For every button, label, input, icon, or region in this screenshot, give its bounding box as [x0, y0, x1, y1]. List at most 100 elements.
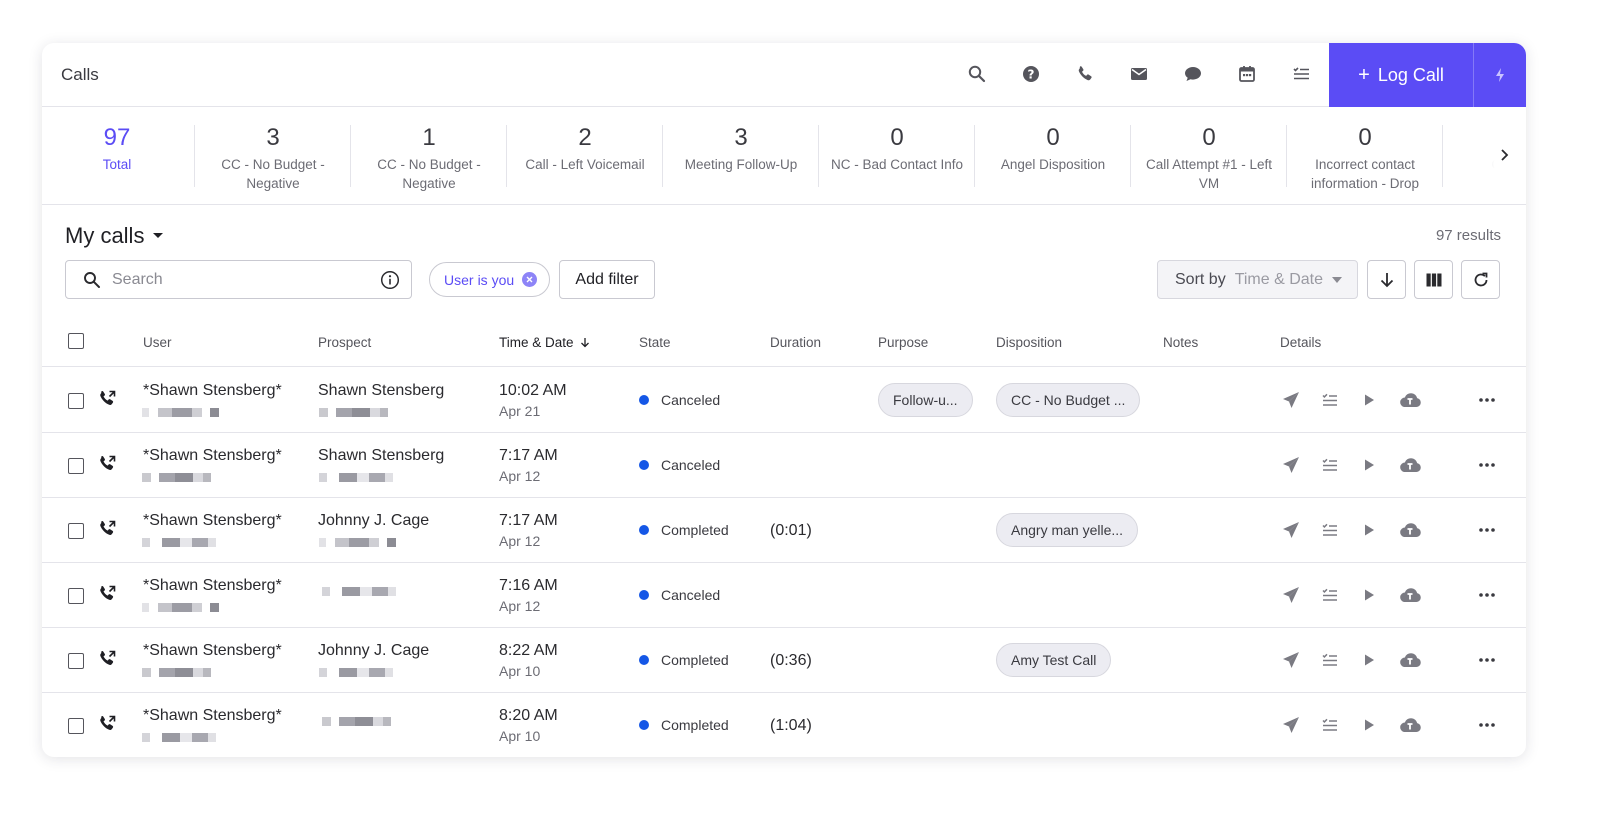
- disposition-pill[interactable]: Amy Test Call: [996, 643, 1112, 677]
- send-icon[interactable]: [1280, 650, 1302, 670]
- select-all-checkbox[interactable]: [68, 333, 84, 349]
- prospect-name[interactable]: Johnny J. Cage: [318, 512, 429, 530]
- table-row[interactable]: *Shawn Stensberg* Johnny J. Cage 8:22 AM Ap…: [42, 628, 1526, 693]
- column-prospect[interactable]: Prospect: [318, 335, 371, 350]
- search-icon[interactable]: [966, 63, 988, 85]
- tasks-icon[interactable]: [1319, 390, 1341, 410]
- user-name[interactable]: *Shawn Stensberg*: [143, 512, 282, 530]
- play-icon[interactable]: [1358, 520, 1380, 540]
- tasks-icon[interactable]: [1319, 455, 1341, 475]
- info-icon[interactable]: [380, 270, 400, 290]
- column-duration[interactable]: Duration: [770, 335, 821, 350]
- help-icon[interactable]: ?: [1020, 63, 1042, 85]
- table-row[interactable]: *Shawn Stensberg* Johnny J. Cage 7:17 AM Ap…: [42, 498, 1526, 563]
- send-icon[interactable]: [1280, 585, 1302, 605]
- filter-chip-user[interactable]: User is you: [429, 262, 551, 297]
- cloud-upload-icon[interactable]: [1396, 455, 1424, 475]
- user-name[interactable]: *Shawn Stensberg*: [143, 382, 282, 400]
- row-checkbox[interactable]: [68, 523, 84, 539]
- search-input[interactable]: [112, 269, 372, 291]
- purpose-pill[interactable]: Follow-u...: [878, 383, 973, 417]
- row-checkbox[interactable]: [68, 393, 84, 409]
- column-purpose[interactable]: Purpose: [878, 335, 928, 350]
- table-row[interactable]: *Shawn Stensberg* Shawn Stensberg 7:17 AM A…: [42, 433, 1526, 498]
- tasks-icon[interactable]: [1319, 650, 1341, 670]
- call-time: 10:02 AM: [499, 382, 567, 399]
- disposition-pill[interactable]: Angry man yelle...: [996, 513, 1139, 547]
- more-options-icon[interactable]: [1476, 585, 1498, 605]
- add-filter-button[interactable]: Add filter: [559, 260, 655, 299]
- column-notes[interactable]: Notes: [1163, 335, 1198, 350]
- cloud-upload-icon[interactable]: [1396, 715, 1424, 735]
- row-checkbox[interactable]: [68, 718, 84, 734]
- column-disposition[interactable]: Disposition: [996, 335, 1062, 350]
- stat-2[interactable]: 1 CC - No Budget - Negative: [351, 125, 507, 193]
- play-icon[interactable]: [1358, 650, 1380, 670]
- column-details[interactable]: Details: [1280, 335, 1321, 350]
- play-icon[interactable]: [1358, 585, 1380, 605]
- prospect-name[interactable]: Shawn Stensberg: [318, 382, 444, 400]
- redacted-text: [142, 408, 219, 417]
- chat-icon[interactable]: [1182, 63, 1204, 85]
- sort-dropdown[interactable]: Sort by Time & Date: [1157, 260, 1358, 299]
- tasks-icon[interactable]: [1319, 715, 1341, 735]
- remove-filter-icon[interactable]: [522, 272, 538, 287]
- page-title: Calls: [61, 65, 99, 84]
- phone-icon[interactable]: [1074, 63, 1096, 85]
- table-row[interactable]: *Shawn Stensberg* 8:20 AM Apr 10 Completed (…: [42, 693, 1526, 757]
- view-selector[interactable]: My calls: [65, 223, 164, 249]
- user-name[interactable]: *Shawn Stensberg*: [143, 447, 282, 465]
- column-state[interactable]: State: [639, 335, 671, 350]
- disposition-pill[interactable]: CC - No Budget ...: [996, 383, 1141, 417]
- row-checkbox[interactable]: [68, 458, 84, 474]
- column-time-date[interactable]: Time & Date: [499, 335, 590, 350]
- user-name[interactable]: *Shawn Stensberg*: [143, 707, 282, 725]
- row-checkbox[interactable]: [68, 588, 84, 604]
- more-options-icon[interactable]: [1476, 520, 1498, 540]
- refresh-button[interactable]: [1461, 260, 1500, 299]
- cloud-upload-icon[interactable]: [1396, 585, 1424, 605]
- chevron-right-icon[interactable]: [1496, 147, 1512, 163]
- stat-4[interactable]: 3 Meeting Follow-Up: [663, 125, 819, 174]
- table-row[interactable]: *Shawn Stensberg* 7:16 AM Apr 12 Canceled: [42, 563, 1526, 628]
- send-icon[interactable]: [1280, 520, 1302, 540]
- play-icon[interactable]: [1358, 455, 1380, 475]
- sort-direction-button[interactable]: [1367, 260, 1406, 299]
- prospect-name[interactable]: Johnny J. Cage: [318, 642, 429, 660]
- cloud-upload-icon[interactable]: [1396, 650, 1424, 670]
- bolt-button[interactable]: [1474, 43, 1526, 107]
- row-checkbox[interactable]: [68, 653, 84, 669]
- send-icon[interactable]: [1280, 455, 1302, 475]
- svg-text:?: ?: [1028, 68, 1035, 82]
- table-row[interactable]: *Shawn Stensberg* Shawn Stensberg 10:02 AM…: [42, 368, 1526, 433]
- log-call-button[interactable]: + Log Call: [1329, 43, 1474, 107]
- send-icon[interactable]: [1280, 390, 1302, 410]
- more-options-icon[interactable]: [1476, 455, 1498, 475]
- cloud-upload-icon[interactable]: [1396, 520, 1424, 540]
- tasks-icon[interactable]: [1290, 63, 1312, 85]
- stat-1[interactable]: 3 CC - No Budget - Negative: [195, 125, 351, 193]
- columns-button[interactable]: [1414, 260, 1453, 299]
- more-options-icon[interactable]: [1476, 390, 1498, 410]
- stat-3[interactable]: 2 Call - Left Voicemail: [507, 125, 663, 174]
- stat-7[interactable]: 0 Call Attempt #1 - Left VM: [1131, 125, 1287, 193]
- prospect-name[interactable]: Shawn Stensberg: [318, 447, 444, 465]
- stat-8[interactable]: 0 Incorrect contact information - Drop: [1287, 125, 1443, 193]
- play-icon[interactable]: [1358, 390, 1380, 410]
- stat-6[interactable]: 0 Angel Disposition: [975, 125, 1131, 174]
- cloud-upload-icon[interactable]: [1396, 390, 1424, 410]
- more-options-icon[interactable]: [1476, 650, 1498, 670]
- tasks-icon[interactable]: [1319, 585, 1341, 605]
- user-name[interactable]: *Shawn Stensberg*: [143, 577, 282, 595]
- stat-5[interactable]: 0 NC - Bad Contact Info: [819, 125, 975, 174]
- more-options-icon[interactable]: [1476, 715, 1498, 735]
- send-icon[interactable]: [1280, 715, 1302, 735]
- column-user[interactable]: User: [143, 335, 172, 350]
- play-icon[interactable]: [1358, 715, 1380, 735]
- stat-0[interactable]: 97 Total: [42, 125, 195, 174]
- tasks-icon[interactable]: [1319, 520, 1341, 540]
- outbound-call-icon: [97, 649, 117, 674]
- calendar-icon[interactable]: [1236, 63, 1258, 85]
- mail-icon[interactable]: [1128, 63, 1150, 85]
- user-name[interactable]: *Shawn Stensberg*: [143, 642, 282, 660]
